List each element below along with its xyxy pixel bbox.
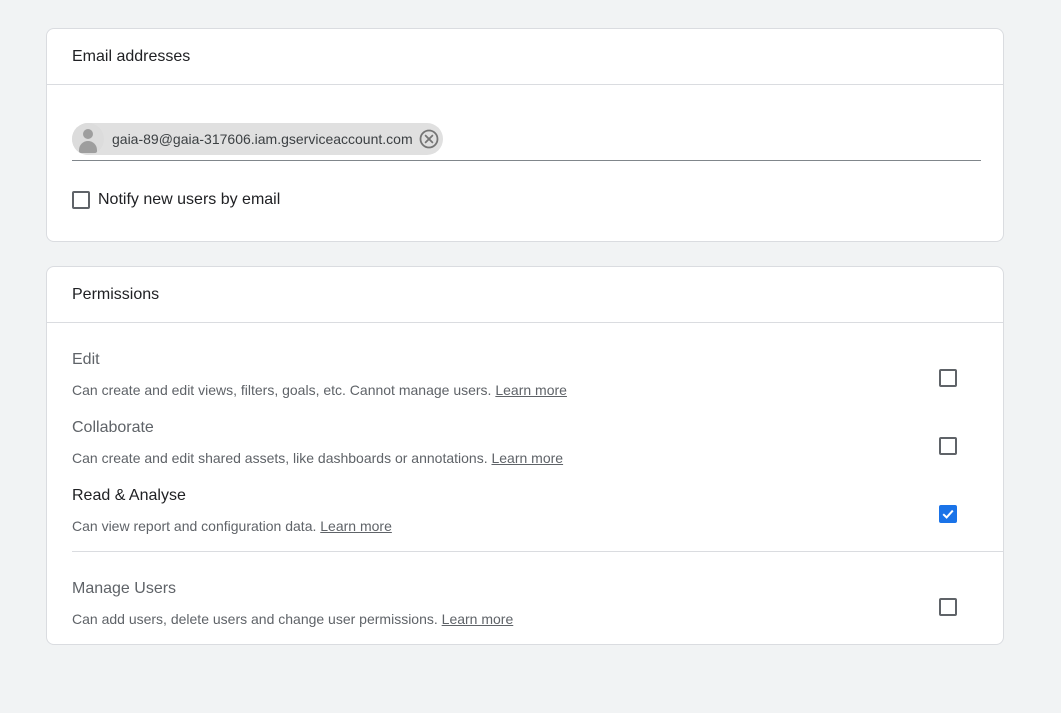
permission-description: Can view report and configuration data. … (72, 517, 981, 535)
permission-description-text: Can create and edit views, filters, goal… (72, 382, 492, 398)
permission-description: Can add users, delete users and change u… (72, 610, 981, 628)
notify-row: Notify new users by email (72, 191, 280, 209)
email-chip-label: gaia-89@gaia-317606.iam.gserviceaccount.… (112, 131, 413, 147)
permission-description-text: Can add users, delete users and change u… (72, 611, 438, 627)
permissions-card: Permissions Edit Can create and edit vie… (46, 266, 1004, 645)
manage-users-checkbox[interactable] (939, 598, 957, 616)
permission-read-analyse: Read & Analyse Can view report and confi… (72, 486, 981, 535)
email-addresses-card: Email addresses gaia-89@gaia-317606.iam.… (46, 28, 1004, 242)
permission-edit: Edit Can create and edit views, filters,… (72, 350, 981, 399)
collaborate-checkbox[interactable] (939, 437, 957, 455)
email-chip[interactable]: gaia-89@gaia-317606.iam.gserviceaccount.… (72, 123, 443, 155)
learn-more-link[interactable]: Learn more (320, 518, 392, 534)
permission-collaborate: Collaborate Can create and edit shared a… (72, 418, 981, 467)
permission-description: Can create and edit shared assets, like … (72, 449, 981, 467)
email-input-field[interactable]: gaia-89@gaia-317606.iam.gserviceaccount.… (72, 123, 981, 161)
learn-more-link[interactable]: Learn more (495, 382, 567, 398)
learn-more-link[interactable]: Learn more (442, 611, 514, 627)
close-circle-icon[interactable] (419, 129, 439, 149)
permission-title: Edit (72, 351, 100, 368)
permission-title: Read & Analyse (72, 487, 186, 504)
permission-description-text: Can create and edit shared assets, like … (72, 450, 488, 466)
email-addresses-header: Email addresses (47, 29, 1003, 85)
learn-more-link[interactable]: Learn more (491, 450, 563, 466)
notify-checkbox[interactable] (72, 191, 90, 209)
divider (72, 551, 1003, 552)
permission-description-text: Can view report and configuration data. (72, 518, 317, 534)
permission-title: Manage Users (72, 580, 177, 597)
read-analyse-checkbox[interactable] (939, 505, 957, 523)
person-icon (72, 123, 104, 155)
permissions-header: Permissions (47, 267, 1003, 323)
edit-checkbox[interactable] (939, 369, 957, 387)
checkmark-icon (942, 509, 954, 519)
permission-description: Can create and edit views, filters, goal… (72, 381, 981, 399)
permission-manage-users: Manage Users Can add users, delete users… (72, 579, 981, 628)
permission-title: Collaborate (72, 419, 154, 436)
notify-label: Notify new users by email (98, 191, 281, 208)
